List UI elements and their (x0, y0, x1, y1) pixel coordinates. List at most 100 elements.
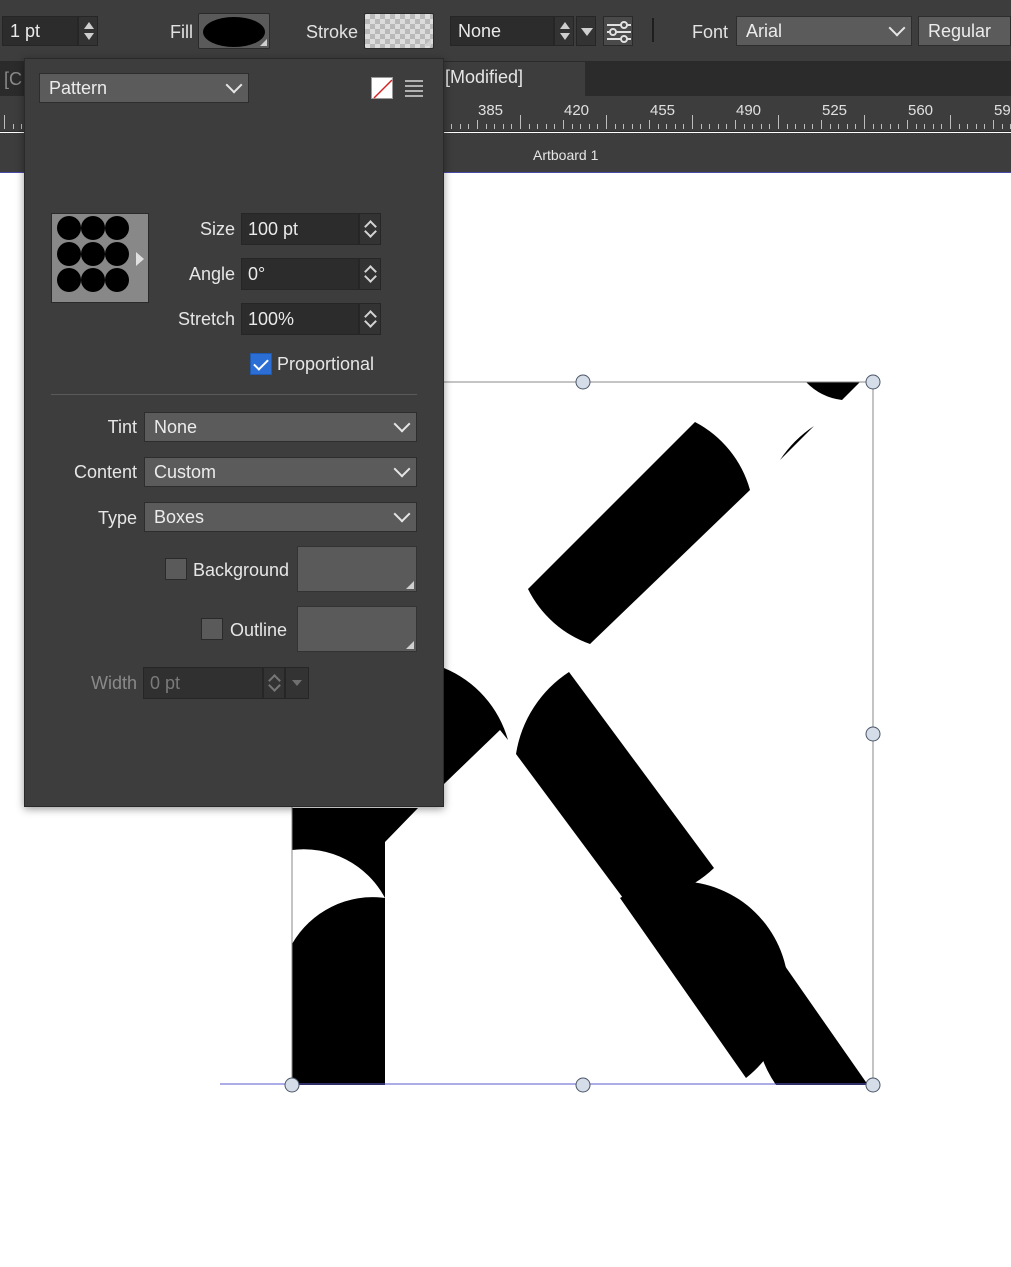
tint-label: Tint (107, 417, 137, 437)
context-toolbar: 1 pt Fill Stroke None Font Arial Regular (0, 0, 1011, 62)
ruler-label: 385 (478, 102, 504, 119)
font-style-dropdown[interactable]: Regular (918, 16, 1011, 46)
ruler-tick (21, 124, 23, 129)
ruler-tick (683, 124, 685, 129)
type-value: Boxes (154, 507, 205, 527)
content-label: Content (73, 462, 137, 482)
no-fill-button[interactable] (371, 77, 393, 99)
ruler-tick (846, 124, 848, 129)
pattern-preview-thumbnail[interactable] (51, 213, 149, 303)
pattern-shape (528, 422, 750, 644)
ruler-tick (657, 124, 659, 129)
ruler-tick (674, 124, 676, 129)
ruler-label: 455 (650, 102, 676, 119)
background-checkbox[interactable] (165, 558, 187, 580)
size-label: Size (199, 219, 235, 239)
document-tab-active[interactable]: [Modified] (440, 62, 585, 96)
ruler-tick (812, 124, 814, 129)
sliders-icon (607, 21, 631, 43)
panel-menu-button[interactable] (403, 77, 425, 99)
pattern-shape (292, 808, 418, 898)
width-field[interactable]: 0 pt (143, 667, 263, 699)
font-label: Font (692, 22, 729, 42)
triangle-down-icon (581, 28, 593, 36)
ruler-label: 525 (822, 102, 848, 119)
ruler-tick (485, 124, 487, 129)
selection-handle[interactable] (284, 1077, 300, 1093)
stroke-settings-button[interactable] (603, 16, 633, 46)
selection-handle[interactable] (865, 726, 881, 742)
ruler-tick (666, 124, 668, 129)
font-family-dropdown[interactable]: Arial (736, 16, 912, 46)
pattern-shape (292, 897, 385, 1085)
ruler-tick (915, 124, 917, 129)
ruler-tick (872, 124, 874, 129)
ruler-label: 560 (908, 102, 934, 119)
ruler-tick (760, 124, 762, 129)
ruler-label: 420 (564, 102, 590, 119)
ruler-tick (520, 115, 521, 129)
ruler-tick (786, 124, 788, 129)
ruler-tick (984, 124, 986, 129)
artboard-title[interactable]: Artboard 1 (533, 147, 598, 163)
outline-color-well[interactable] (297, 606, 417, 652)
toolbar-separator (652, 18, 654, 42)
size-stepper[interactable] (359, 213, 381, 245)
selection-handle[interactable] (865, 1077, 881, 1093)
stroke-swatch[interactable] (364, 13, 434, 49)
ruler-tick (459, 124, 461, 129)
type-label: Type (97, 508, 137, 528)
ruler-tick (803, 124, 805, 129)
ruler-tick (614, 124, 616, 129)
ruler-tick (631, 124, 633, 129)
ruler-tick (700, 124, 702, 129)
stretch-stepper[interactable] (359, 303, 381, 335)
outline-checkbox[interactable] (201, 618, 223, 640)
outline-label: Outline (230, 620, 288, 640)
ruler-tick (778, 115, 779, 129)
pattern-shape (780, 426, 814, 460)
stroke-style-stepper[interactable] (554, 16, 574, 46)
proportional-checkbox[interactable] (250, 353, 272, 375)
angle-stepper[interactable] (359, 258, 381, 290)
ruler-tick (958, 124, 960, 129)
fill-swatch[interactable] (198, 13, 270, 49)
tint-dropdown[interactable]: None (144, 412, 417, 442)
selection-handle[interactable] (865, 374, 881, 390)
fill-type-dropdown[interactable]: Pattern (39, 73, 249, 103)
ruler-tick (821, 120, 822, 129)
ruler-tick (726, 124, 728, 129)
content-dropdown[interactable]: Custom (144, 457, 417, 487)
width-dropdown[interactable] (285, 667, 309, 699)
menu-lines-icon (405, 80, 423, 97)
stretch-label: Stretch (177, 309, 235, 329)
ruler-tick (554, 124, 556, 129)
stroke-style-dropdown[interactable] (576, 16, 596, 46)
selection-handle[interactable] (575, 374, 591, 390)
width-stepper[interactable] (263, 667, 285, 699)
ruler-tick (588, 124, 590, 129)
proportional-label: Proportional (277, 354, 375, 374)
ruler-tick (623, 124, 625, 129)
stretch-field[interactable]: 100% (241, 303, 359, 335)
stroke-width-stepper[interactable] (78, 16, 98, 46)
triangle-right-icon (136, 252, 144, 266)
ruler-tick (528, 124, 530, 129)
ruler-tick (932, 124, 934, 129)
angle-label: Angle (188, 264, 235, 284)
ruler-tick (640, 124, 642, 129)
selection-handle[interactable] (575, 1077, 591, 1093)
document-tab-fragment[interactable]: [C (4, 64, 22, 94)
angle-field[interactable]: 0° (241, 258, 359, 290)
size-field[interactable]: 100 pt (241, 213, 359, 245)
ruler-tick (468, 124, 470, 129)
stroke-width-field[interactable]: 1 pt (2, 16, 78, 46)
no-fill-icon (373, 79, 393, 99)
pattern-shape (444, 668, 508, 784)
pattern-shape (756, 956, 868, 1085)
type-dropdown[interactable]: Boxes (144, 502, 417, 532)
ruler-tick (451, 124, 453, 129)
ruler-tick (838, 124, 840, 129)
stroke-style-field[interactable]: None (450, 16, 554, 46)
background-color-well[interactable] (297, 546, 417, 592)
